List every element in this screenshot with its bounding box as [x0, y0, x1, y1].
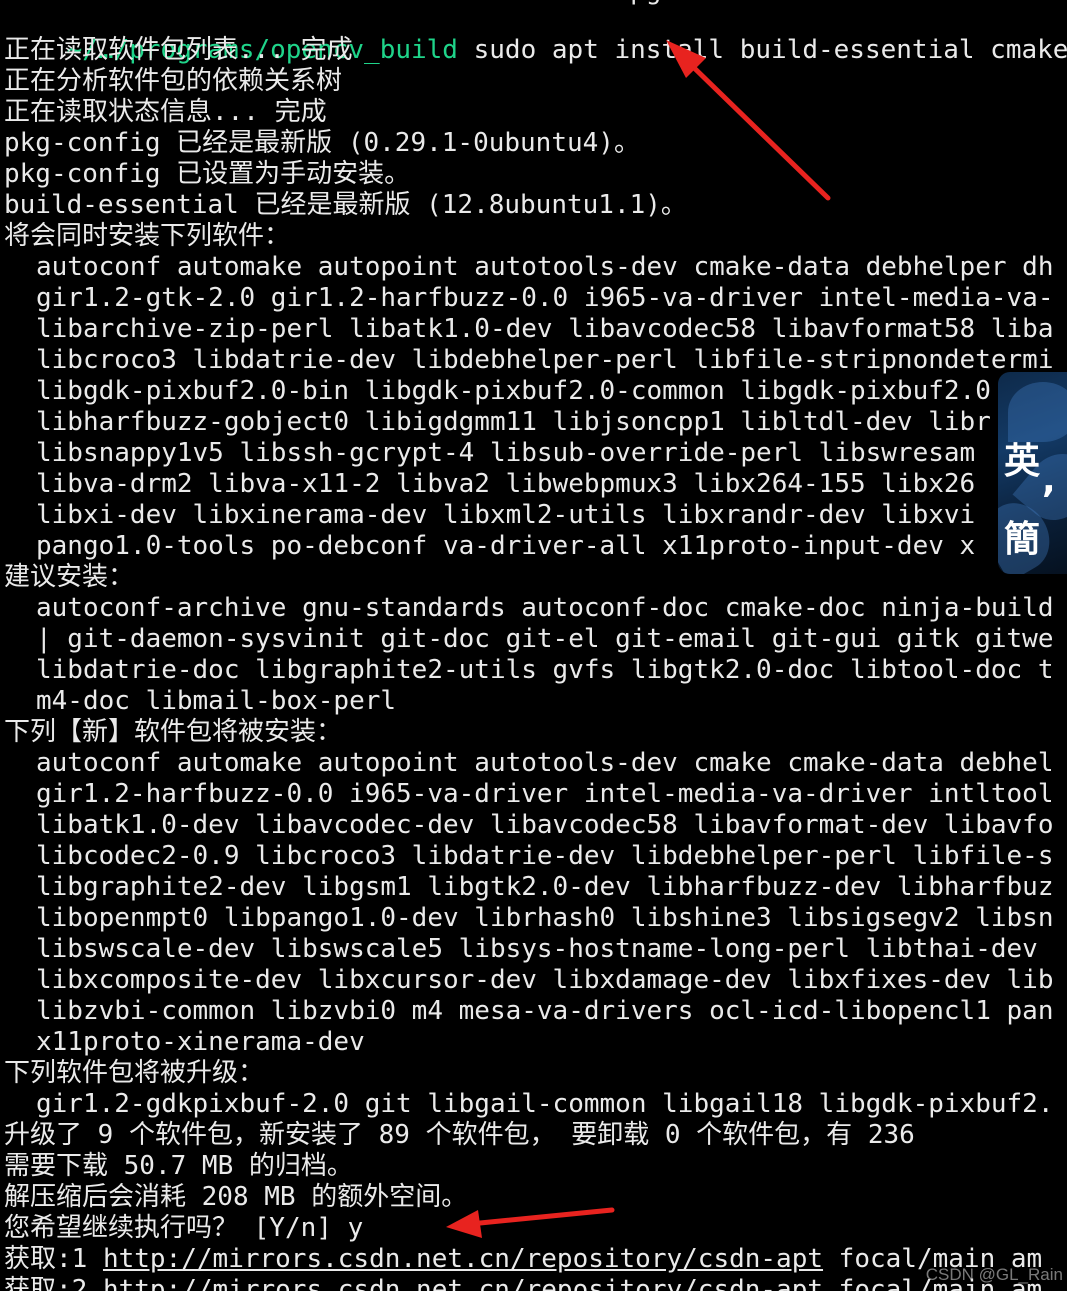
command-text: sudo apt install build-essential cmake: [457, 35, 1067, 65]
package-list-line: libcodec2-0.9 libcroco3 libdatrie-dev li…: [36, 841, 1054, 871]
confirm-prompt-line: 您希望继续执行吗？ [Y/n] y: [4, 1213, 363, 1244]
section-header: 建议安装：: [4, 562, 135, 592]
package-list-line: libgdk-pixbuf2.0-bin libgdk-pixbuf2.0-co…: [36, 376, 991, 406]
package-list-line: libxi-dev libxinerama-dev libxml2-utils …: [36, 500, 976, 530]
fetch-prefix: 获取:1: [4, 1244, 103, 1274]
summary-line: 升级了 9 个软件包，新安装了 89 个软件包， 要卸载 0 个软件包，有 23…: [4, 1120, 915, 1150]
package-list-line: libcroco3 libdatrie-dev libdebhelper-per…: [36, 345, 1054, 375]
package-list-line: gir1.2-harfbuzz-0.0 i965-va-driver intel…: [36, 779, 1054, 809]
package-list-line: libarchive-zip-perl libatk1.0-dev libavc…: [36, 314, 1054, 344]
terminal-window[interactable]: pg ~/…/programs/opencv_build sudo apt in…: [0, 0, 1067, 1291]
package-list-line: gir1.2-gdkpixbuf-2.0 git libgail-common …: [36, 1089, 1054, 1119]
output-line: 将会同时安装下列软件：: [4, 221, 291, 251]
package-list-line: | git-daemon-sysvinit git-doc git-el git…: [36, 624, 1054, 654]
output-line: 正在读取状态信息... 完成: [4, 97, 327, 127]
package-list-line: libharfbuzz-gobject0 libigdgmm11 libjson…: [36, 407, 991, 437]
package-list-line: libopenmpt0 libpango1.0-dev librhash0 li…: [36, 903, 1054, 933]
package-list-line: libswscale-dev libswscale5 libsys-hostna…: [36, 934, 1038, 964]
package-list-line: m4-doc libmail-box-perl: [36, 686, 397, 716]
ime-script-toggle[interactable]: 簡: [1004, 510, 1064, 562]
package-list-line: gir1.2-gtk-2.0 gir1.2-harfbuzz-0.0 i965-…: [36, 283, 1054, 313]
summary-line: 需要下载 50.7 MB 的归档。: [4, 1151, 353, 1181]
package-list-line: libsnappy1v5 libssh-gcrypt-4 libsub-over…: [36, 438, 976, 468]
package-list-line: pango1.0-tools po-debconf va-driver-all …: [36, 531, 976, 561]
package-list-line: libatk1.0-dev libavcodec-dev libavcodec5…: [36, 810, 1054, 840]
output-line: pkg-config 已经是最新版 (0.29.1-0ubuntu4)。: [4, 128, 640, 158]
output-line: 正在读取软件包列表... 完成: [4, 35, 353, 65]
fetch-line: 获取:1 http://mirrors.csdn.net.cn/reposito…: [4, 1244, 1042, 1275]
ime-floating-toolbar[interactable]: 英 , 簡: [998, 372, 1067, 574]
output-line: 正在分析软件包的依赖关系树: [4, 66, 343, 96]
package-list-line: autoconf automake autopoint autotools-de…: [36, 748, 1054, 778]
output-line: pkg-config 已设置为手动安装。: [4, 159, 411, 189]
summary-line: 解压缩后会消耗 208 MB 的额外空间。: [4, 1182, 468, 1212]
command-prompt-line: ~/…/programs/opencv_build sudo apt insta…: [4, 4, 1067, 65]
section-header: 下列软件包将被升级：: [4, 1058, 265, 1088]
repository-link[interactable]: http://mirrors.csdn.net.cn/repository/cs…: [103, 1275, 823, 1291]
fetch-line: 获取:2 http://mirrors.csdn.net.cn/reposito…: [4, 1275, 1042, 1291]
package-list-line: libxcomposite-dev libxcursor-dev libxdam…: [36, 965, 1054, 995]
ime-punctuation-toggle[interactable]: ,: [1042, 460, 1067, 501]
section-header: 下列【新】软件包将被安装：: [4, 717, 343, 747]
package-list-line: libdatrie-doc libgraphite2-utils gvfs li…: [36, 655, 1054, 685]
arrow-to-confirm-answer: [446, 1207, 615, 1238]
package-list-line: libva-drm2 libva-x11-2 libva2 libwebpmux…: [36, 469, 976, 499]
repository-link[interactable]: http://mirrors.csdn.net.cn/repository/cs…: [103, 1244, 823, 1274]
package-list-line: libgraphite2-dev libgsm1 libgtk2.0-dev l…: [36, 872, 1054, 902]
watermark: CSDN @GL_Rain: [925, 1265, 1063, 1284]
package-list-line: x11proto-xinerama-dev: [36, 1027, 365, 1057]
fetch-prefix: 获取:2: [4, 1275, 103, 1291]
package-list-line: autoconf-archive gnu-standards autoconf-…: [36, 593, 1054, 623]
package-list-line: libzvbi-common libzvbi0 m4 mesa-va-drive…: [36, 996, 1054, 1026]
confirm-question: 您希望继续执行吗？ [Y/n]: [4, 1213, 348, 1243]
output-line: build-essential 已经是最新版 (12.8ubuntu1.1)。: [4, 190, 687, 220]
package-list-line: autoconf automake autopoint autotools-de…: [36, 252, 1054, 282]
confirm-answer-input[interactable]: y: [348, 1213, 364, 1243]
